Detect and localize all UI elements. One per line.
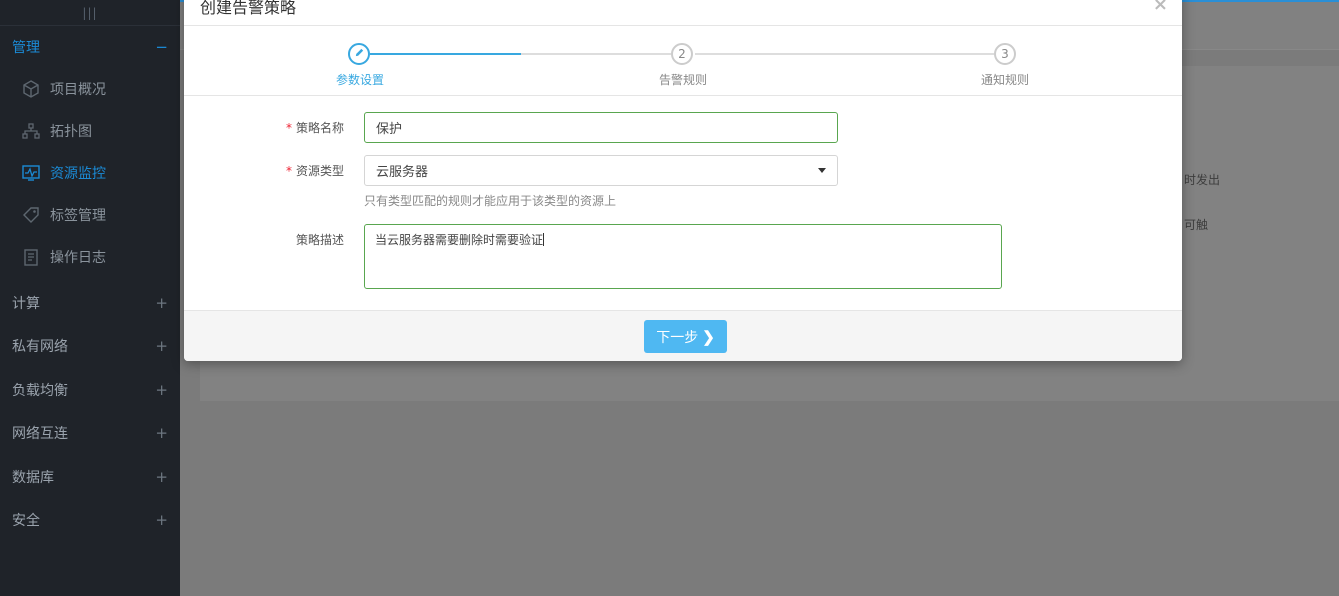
background-text: 时发出 (1184, 173, 1221, 187)
caret-down-icon (818, 168, 826, 173)
plus-icon: + (155, 424, 168, 442)
step-1-circle (348, 43, 370, 65)
sidebar: ||| 管理 − 项目概况 拓扑图 资源监控 标签管理 操作日志 计算 + 私有… (0, 0, 180, 596)
step-3-label: 通知规则 (980, 73, 1030, 87)
sidebar-group-database[interactable]: 数据库 + (0, 455, 180, 498)
label-text: 策略名称 (295, 121, 344, 135)
step-2-label: 告警规则 (658, 73, 708, 87)
sidebar-item-resource-monitor[interactable]: 资源监控 (0, 152, 180, 194)
resource-type-help: 只有类型匹配的规则才能应用于该类型的资源上 (364, 194, 617, 208)
sidebar-group-label: 网络互连 (12, 426, 68, 442)
sidebar-item-label: 标签管理 (50, 208, 106, 224)
background-text: 可触 (1184, 218, 1209, 232)
resource-type-label: * 资源类型 (286, 162, 344, 179)
sidebar-group-label: 数据库 (12, 469, 54, 486)
policy-name-input[interactable]: 保护 (364, 112, 838, 143)
tag-icon (22, 206, 40, 224)
sidebar-collapse-handle[interactable]: ||| (0, 0, 180, 26)
sidebar-group-interconnect[interactable]: 网络互连 + (0, 411, 180, 455)
plus-icon: + (155, 294, 168, 312)
monitor-icon (22, 164, 40, 182)
modal-footer: 下一步 ❯ (184, 310, 1182, 361)
plus-icon: + (155, 467, 168, 486)
log-icon (22, 248, 40, 266)
cube-icon (22, 80, 40, 98)
modal-title: 创建告警策略 (200, 0, 297, 17)
label-text: 资源类型 (295, 164, 344, 178)
create-alert-policy-modal: 创建告警策略 × 参数设置 2 告警规则 3 通知规则 * 策略名称 保护 * 资源… (184, 0, 1182, 361)
step-2-circle: 2 (671, 43, 693, 65)
policy-name-label: * 策略名称 (286, 119, 344, 136)
sidebar-item-project-overview[interactable]: 项目概况 (0, 68, 180, 110)
step-line (695, 53, 994, 55)
chevron-right-icon: ❯ (702, 328, 715, 346)
resource-type-value: 云服务器 (376, 165, 429, 180)
next-button-label: 下一步 (656, 328, 699, 345)
sidebar-item-label: 操作日志 (50, 250, 106, 266)
sidebar-item-topology[interactable]: 拓扑图 (0, 110, 180, 152)
close-icon[interactable]: × (1153, 0, 1168, 15)
sidebar-group-label: 管理 (12, 40, 40, 56)
sidebar-group-label: 安全 (12, 513, 40, 529)
resource-type-select[interactable]: 云服务器 (364, 155, 838, 186)
required-mark: * (285, 121, 292, 135)
plus-icon: + (155, 337, 168, 355)
step-1-label: 参数设置 (335, 73, 385, 87)
sidebar-item-operation-log[interactable]: 操作日志 (0, 236, 180, 278)
sidebar-group-vpc[interactable]: 私有网络 + (0, 324, 180, 368)
plus-icon: + (155, 511, 168, 529)
plus-icon: + (155, 380, 168, 399)
required-mark: * (285, 164, 292, 178)
modal-header: 创建告警策略 × (184, 0, 1182, 26)
step-3-circle: 3 (994, 43, 1016, 65)
sidebar-item-label: 拓扑图 (50, 124, 92, 140)
topology-icon (22, 122, 40, 140)
text-cursor (543, 233, 545, 246)
step-progress-line (370, 53, 521, 55)
pencil-icon (354, 47, 365, 61)
sidebar-group-compute[interactable]: 计算 + (0, 282, 180, 324)
sidebar-group-label: 负载均衡 (12, 382, 68, 399)
sidebar-item-tag-management[interactable]: 标签管理 (0, 194, 180, 236)
policy-description-textarea[interactable]: 当云服务器需要删除时需要验证 (364, 224, 1002, 289)
step-line (521, 53, 671, 55)
description-text: 当云服务器需要删除时需要验证 (375, 233, 544, 247)
sidebar-group-security[interactable]: 安全 + (0, 498, 180, 542)
sidebar-group-load-balancer[interactable]: 负载均衡 + (0, 368, 180, 411)
sidebar-group-manage[interactable]: 管理 − (0, 26, 180, 68)
sidebar-item-label: 项目概况 (50, 82, 106, 98)
step-indicator: 参数设置 2 告警规则 3 通知规则 (184, 26, 1182, 96)
policy-description-label: 策略描述 (295, 233, 344, 247)
sidebar-group-label: 计算 (12, 296, 40, 312)
next-step-button[interactable]: 下一步 ❯ (644, 320, 727, 353)
sidebar-group-label: 私有网络 (12, 339, 68, 355)
sidebar-item-label: 资源监控 (50, 166, 106, 182)
minus-icon: − (155, 38, 168, 56)
